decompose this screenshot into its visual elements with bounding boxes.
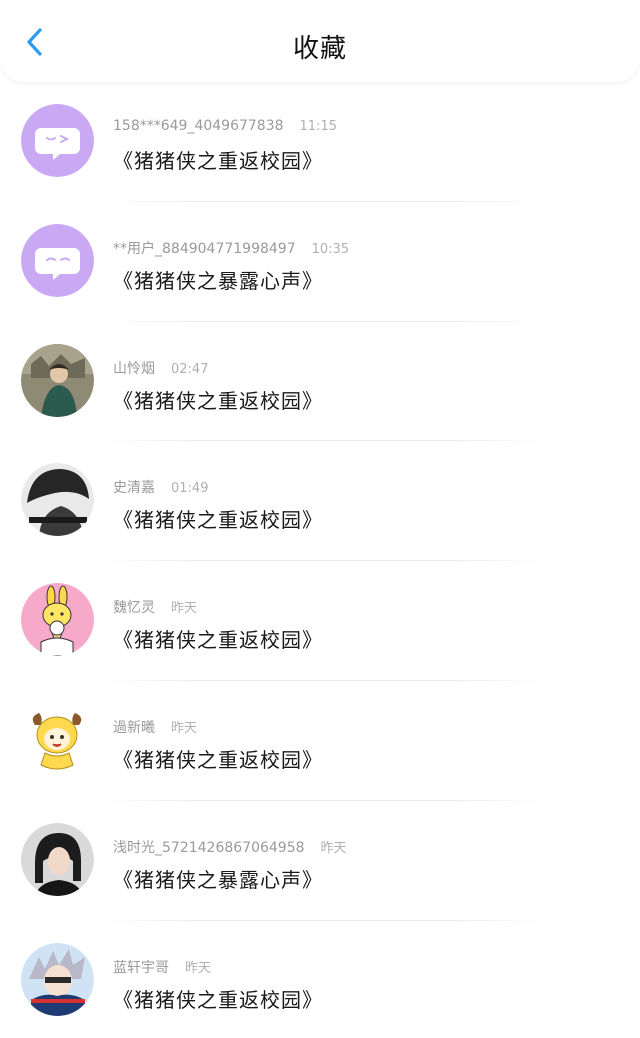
work-title: 《猪猪侠之重返校园》 <box>113 149 323 173</box>
avatar[interactable] <box>21 104 94 177</box>
username: 山怜烟 <box>113 360 155 377</box>
favorites-list: 158***649_4049677838 11:15 《猪猪侠之重返校园》 **用… <box>0 82 640 1038</box>
favorite-item[interactable]: **用户_884904771998497 10:35 《猪猪侠之暴露心声》 <box>0 202 640 322</box>
avatar[interactable] <box>21 942 94 1016</box>
username: 過新曦 <box>113 719 155 736</box>
avatar[interactable] <box>21 343 94 417</box>
favorite-item[interactable]: 158***649_4049677838 11:15 《猪猪侠之重返校园》 <box>0 82 640 202</box>
avatar[interactable] <box>21 223 94 297</box>
username: **用户_884904771998497 <box>113 240 296 257</box>
username: 158***649_4049677838 <box>113 118 284 134</box>
favorite-item[interactable]: 山怜烟 02:47 《猪猪侠之重返校园》 <box>0 322 640 442</box>
work-title: 《猪猪侠之暴露心声》 <box>113 867 323 892</box>
timestamp: 02:47 <box>171 361 209 377</box>
work-title: 《猪猪侠之重返校园》 <box>113 987 323 1012</box>
username: 蓝轩宇哥 <box>113 959 169 976</box>
page-title: 收藏 <box>292 34 347 64</box>
favorite-item[interactable]: 蓝轩宇哥 昨天 《猪猪侠之重返校园》 <box>0 921 640 1038</box>
timestamp: 昨天 <box>171 720 198 736</box>
username: 魏忆灵 <box>113 600 155 617</box>
avatar[interactable] <box>21 583 94 657</box>
username: 史清嘉 <box>113 480 155 497</box>
favorite-item[interactable]: 魏忆灵 昨天 《猪猪侠之重返校园》 <box>0 561 640 681</box>
header-bar: 收藏 <box>0 0 640 82</box>
timestamp: 10:35 <box>311 241 350 257</box>
favorites-screen: 收藏 158***649_4049677838 11:15 《猪猪侠之重返校园》 <box>0 0 640 1038</box>
avatar[interactable] <box>21 702 94 776</box>
favorite-item[interactable]: 浅时光_5721426867064958 昨天 《猪猪侠之暴露心声》 <box>0 801 640 921</box>
favorite-item[interactable]: 史清嘉 01:49 《猪猪侠之重返校园》 <box>0 441 640 562</box>
favorite-item[interactable]: 過新曦 昨天 《猪猪侠之重返校园》 <box>0 681 640 801</box>
work-title: 《猪猪侠之重返校园》 <box>113 388 323 413</box>
timestamp: 昨天 <box>171 601 198 617</box>
work-title: 《猪猪侠之重返校园》 <box>113 747 323 772</box>
timestamp: 昨天 <box>320 840 347 856</box>
timestamp: 01:49 <box>171 481 209 497</box>
username: 浅时光_5721426867064958 <box>113 839 305 856</box>
work-title: 《猪猪侠之重返校园》 <box>113 508 323 533</box>
timestamp: 11:15 <box>299 119 337 134</box>
avatar[interactable] <box>21 463 94 537</box>
timestamp: 昨天 <box>185 960 212 976</box>
avatar[interactable] <box>21 822 94 896</box>
work-title: 《猪猪侠之重返校园》 <box>113 628 323 653</box>
work-title: 《猪猪侠之暴露心声》 <box>113 268 323 293</box>
